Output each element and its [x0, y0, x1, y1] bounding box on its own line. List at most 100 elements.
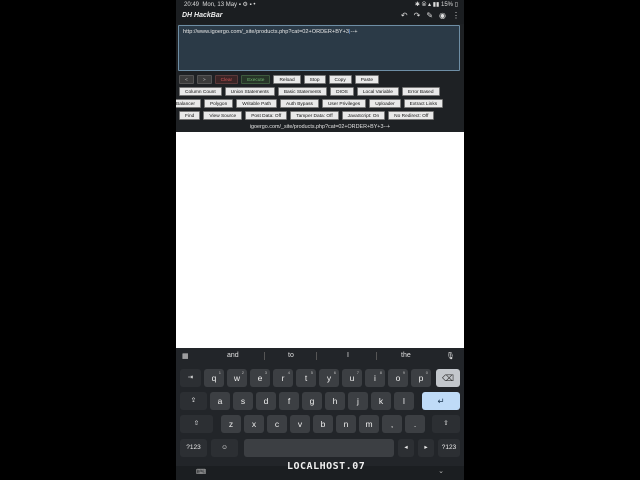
url-text-tail: --+	[350, 29, 358, 35]
emoji-grid-icon[interactable]: ▦	[182, 352, 189, 360]
action-buttons-row: < > Clear Execute Reload Stop Copy Paste	[179, 75, 379, 84]
chevron-down-icon[interactable]: ⌄	[438, 467, 444, 475]
clear-button[interactable]: Clear	[214, 75, 239, 84]
javascript-toggle[interactable]: JavaScript: On	[341, 111, 386, 120]
key-n[interactable]: n	[336, 415, 356, 433]
key-i[interactable]: i8	[365, 369, 385, 387]
key-c[interactable]: c	[267, 415, 287, 433]
space-bar[interactable]	[244, 439, 394, 457]
key-comma[interactable]: ,	[382, 415, 402, 433]
key-x[interactable]: x	[244, 415, 264, 433]
key-d[interactable]: d	[256, 392, 276, 410]
caps-lock-key[interactable]: ⇪	[180, 392, 207, 410]
back-button[interactable]: <	[179, 75, 194, 84]
find-button[interactable]: Find	[179, 111, 201, 120]
key-h[interactable]: h	[325, 392, 345, 410]
user-privileges-button[interactable]: User Privileges	[321, 99, 367, 108]
emoji-icon: ☺	[221, 444, 228, 451]
keyboard-hide-icon[interactable]: ⌨	[196, 468, 206, 476]
web-content-area[interactable]	[176, 132, 464, 348]
cursor-left-key[interactable]: ◂	[398, 439, 414, 457]
app-toolbar: DH HackBar ↶ ↷ ✎ ◉ ⋮	[176, 10, 464, 24]
shift-left-key[interactable]: ⇧	[180, 415, 213, 433]
key-p[interactable]: p0	[411, 369, 431, 387]
key-b[interactable]: b	[313, 415, 333, 433]
reload-button[interactable]: Reload	[273, 75, 301, 84]
redo-icon[interactable]: ↷	[414, 11, 421, 20]
sql-buttons-row: Column Count Union Statements Basic Stat…	[179, 87, 440, 96]
post-data-toggle[interactable]: Post Data: Off	[245, 111, 288, 120]
copy-button[interactable]: Copy	[328, 75, 352, 84]
key-k[interactable]: k	[371, 392, 391, 410]
shift-right-key[interactable]: ⇧	[432, 415, 460, 433]
status-date: Mon, 13 May	[202, 2, 238, 8]
uploader-button[interactable]: Uploader	[369, 99, 401, 108]
url-input[interactable]: http://www.igoergo.com/_site/products.ph…	[178, 25, 460, 71]
key-a[interactable]: a	[210, 392, 230, 410]
error-based-button[interactable]: Error Based	[401, 87, 440, 96]
symbols-key-right[interactable]: ?123	[438, 439, 460, 457]
writable-path-button[interactable]: Writable Path	[236, 99, 277, 108]
undo-icon[interactable]: ↶	[401, 11, 408, 20]
key-f[interactable]: f	[279, 392, 299, 410]
cursor-right-key[interactable]: ▸	[418, 439, 434, 457]
notification-icons: ▪ ⚙ ▪ •	[238, 2, 256, 8]
backspace-key[interactable]: ⌫	[436, 369, 460, 387]
symbols-key[interactable]: ?123	[180, 439, 207, 457]
view-source-button[interactable]: View Source	[203, 111, 243, 120]
emoji-key[interactable]: ☺	[211, 439, 238, 457]
no-redirect-toggle[interactable]: No Redirect: Off	[388, 111, 435, 120]
page-url-preview: igoergo.com/_site/products.php?cat=02+OR…	[249, 124, 391, 130]
key-z[interactable]: z	[221, 415, 241, 433]
edit-pencil-icon[interactable]: ✎	[426, 11, 433, 20]
local-variable-button[interactable]: Local Variable	[356, 87, 399, 96]
microphone-icon[interactable]: 🎙	[446, 352, 455, 360]
signal-icon: ✱ ⦾ ▴ ▮▮	[414, 2, 440, 8]
extract-links-button[interactable]: Extract Links	[403, 99, 444, 108]
key-m[interactable]: m	[359, 415, 379, 433]
key-s[interactable]: s	[233, 392, 253, 410]
key-e[interactable]: e3	[250, 369, 270, 387]
balancer-button[interactable]: Balancer	[176, 99, 201, 108]
paste-button[interactable]: Paste	[354, 75, 379, 84]
enter-icon: ↵	[437, 396, 445, 406]
key-o[interactable]: o9	[388, 369, 408, 387]
dios-button[interactable]: DIOS	[330, 87, 354, 96]
key-period[interactable]: .	[405, 415, 425, 433]
eye-icon[interactable]: ◉	[439, 11, 446, 20]
options-buttons-row: Find View Source Post Data: Off Tamper D…	[179, 111, 435, 120]
arrow-right-icon: ▸	[424, 444, 428, 451]
polygon-button[interactable]: Polygon	[203, 99, 234, 108]
column-count-button[interactable]: Column Count	[179, 87, 222, 96]
basic-statements-button[interactable]: Basic Statements	[277, 87, 328, 96]
key-w[interactable]: w2	[227, 369, 247, 387]
key-j[interactable]: j	[348, 392, 368, 410]
tab-key[interactable]: ⇥	[180, 369, 201, 387]
shift-icon: ⇧	[193, 420, 200, 427]
tools-buttons-row: Balancer Polygon Writable Path Auth Bypa…	[176, 99, 444, 108]
suggestion-1[interactable]: and	[227, 352, 239, 359]
key-y[interactable]: y6	[319, 369, 339, 387]
key-g[interactable]: g	[302, 392, 322, 410]
suggestion-3[interactable]: I	[347, 352, 349, 359]
enter-key[interactable]: ↵	[422, 392, 460, 410]
forward-button[interactable]: >	[196, 75, 212, 84]
key-v[interactable]: v	[290, 415, 310, 433]
union-statements-button[interactable]: Union Statements	[224, 87, 275, 96]
key-l[interactable]: l	[394, 392, 414, 410]
suggestion-strip: ▦ and to I the 🎙	[176, 348, 464, 363]
suggestion-divider	[376, 352, 377, 360]
suggestion-4[interactable]: the	[401, 352, 411, 359]
stop-button[interactable]: Stop	[303, 75, 326, 84]
watermark: LOCALHOST.07	[287, 461, 366, 472]
auth-bypass-button[interactable]: Auth Bypass	[280, 99, 319, 108]
key-t[interactable]: t5	[296, 369, 316, 387]
tamper-data-toggle[interactable]: Tamper Data: Off	[290, 111, 339, 120]
on-screen-keyboard: ▦ and to I the 🎙 ⇥ q1 w2 e3 r4 t5 y6 u7 …	[176, 348, 464, 466]
suggestion-2[interactable]: to	[288, 352, 294, 359]
key-u[interactable]: u7	[342, 369, 362, 387]
execute-button[interactable]: Execute	[241, 75, 271, 84]
key-r[interactable]: r4	[273, 369, 293, 387]
key-q[interactable]: q1	[204, 369, 224, 387]
more-menu-icon[interactable]: ⋮	[452, 11, 460, 20]
